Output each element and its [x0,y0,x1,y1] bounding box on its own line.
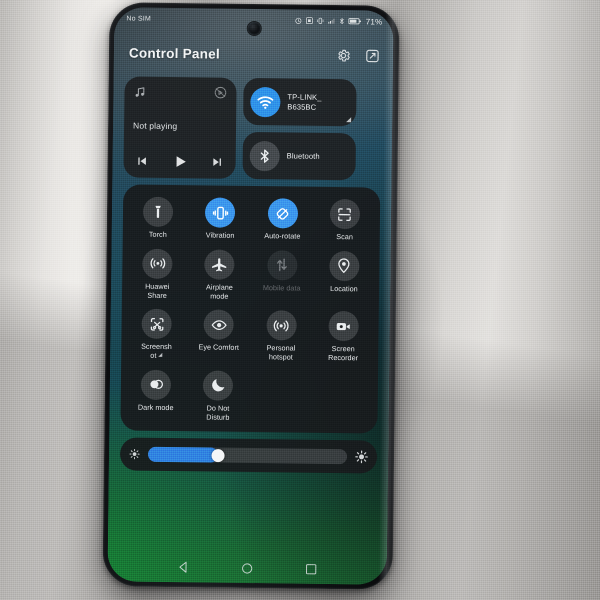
edit-panel-icon[interactable] [365,48,380,63]
phone-device: No SIM 71% Control Panel Not playing TP-… [102,2,400,590]
tile-eye-comfort[interactable]: Eye Comfort [187,309,250,362]
tile-label: Torch [148,229,167,239]
tile-label: Eye Comfort [198,342,240,353]
wifi-label: TP-LINK_ B635BC [287,92,321,111]
media-card-header [133,85,227,100]
tile-label: Auto-rotate [264,231,301,241]
previous-track-button[interactable] [136,155,149,168]
wifi-ssid-line1: TP-LINK_ [287,92,322,102]
battery-icon [348,17,362,25]
hotspot-icon [266,310,297,341]
tile-label: Location [330,283,358,294]
music-note-icon [133,85,146,98]
tile-label: Dark mode [137,402,174,412]
auto-rotate-off-icon [267,198,298,229]
status-icons: 71% [295,16,383,27]
screen-recorder-icon [328,311,359,342]
tile-label: Screen Recorder [328,344,359,363]
wifi-icon[interactable] [250,86,281,117]
tile-do-not-disturb[interactable]: Do Not Disturb [187,370,250,422]
bluetooth-label: Bluetooth [286,151,320,161]
wifi-card[interactable]: TP-LINK_ B635BC [243,77,357,127]
brightness-fill [147,447,218,464]
control-panel: Control Panel Not playing TP-LINK_ B635B… [109,29,393,475]
tile-scan[interactable]: Scan [313,198,376,243]
tile-vibration[interactable]: Vibration [189,197,252,241]
tile-label: Vibration [205,230,235,240]
eye-comfort-icon [203,309,235,341]
sun-large-icon [355,450,368,464]
tile-screenshot[interactable]: Screensh ot [125,309,188,361]
bluetooth-icon[interactable] [249,140,280,171]
vibrate-icon [317,17,325,25]
wifi-ssid-line2: B635BC [287,101,317,112]
airplane-icon [204,249,235,280]
connectivity-column: TP-LINK_ B635BC Bluetooth [242,77,357,181]
battery-percent: 71% [365,16,383,27]
wifi-expand-arrow[interactable] [346,117,352,123]
screenshot-expand-arrow[interactable] [158,352,163,358]
media-status-text: Not playing [133,120,178,132]
next-track-button[interactable] [211,155,224,168]
brightness-knob[interactable] [211,448,225,463]
tile-label: Do Not Disturb [206,403,230,422]
tile-personal-hotspot[interactable]: Personal hotspot [250,310,313,362]
quick-settings-card: Torch Vibration Auto-rotate Scan Huawei … [120,184,381,435]
panel-header: Control Panel [129,37,380,70]
bluetooth-card[interactable]: Bluetooth [242,131,356,181]
signal-icon [328,17,336,25]
bluetooth-icon [339,17,346,25]
home-button[interactable] [241,561,254,574]
tile-airplane-mode[interactable]: Airplane mode [188,249,251,301]
screenshot-icon [141,309,172,340]
cast-audio-icon[interactable] [213,86,227,100]
mobile-data-icon [266,249,298,281]
page-title: Control Panel [128,44,221,62]
back-button[interactable] [177,560,191,574]
punch-hole-camera [247,21,261,36]
tile-label: Mobile data [262,282,301,293]
phone-screen: No SIM 71% Control Panel Not playing TP-… [107,7,394,585]
media-player-card[interactable]: Not playing [123,76,237,179]
tile-huawei-share[interactable]: Huawei Share [126,248,189,300]
tile-torch[interactable]: Torch [127,196,190,240]
panel-header-actions [336,48,380,64]
tile-auto-rotate[interactable]: Auto-rotate [251,198,314,242]
play-button[interactable] [171,153,188,170]
brightness-card [119,437,378,475]
tile-mobile-data[interactable]: Mobile data [250,249,313,302]
quick-settings-grid: Torch Vibration Auto-rotate Scan Huawei … [124,196,376,423]
recents-button[interactable] [304,562,317,575]
huawei-share-icon [142,248,173,279]
photograph-of-phone-on-fabric: No SIM 71% Control Panel Not playing TP-… [0,0,600,600]
panel-top-row: Not playing TP-LINK_ B635BC Bluetooth [123,76,381,181]
scan-icon [329,198,361,230]
settings-gear-icon[interactable] [336,48,351,63]
brightness-slider[interactable] [147,447,348,465]
tile-label: Scan [336,232,353,242]
media-controls [133,153,227,172]
carrier-label: No SIM [126,14,151,23]
screenshot-icon [306,17,314,25]
moon-icon [203,370,234,401]
tile-dark-mode[interactable]: Dark mode [124,369,187,421]
tile-label: Screensh ot [141,342,172,360]
vibrate-icon [205,197,236,228]
tile-location[interactable]: Location [313,250,376,303]
tile-screen-recorder[interactable]: Screen Recorder [312,311,375,363]
alarm-icon [295,17,303,25]
tile-label: Personal hotspot [266,343,296,362]
location-pin-icon [329,250,360,282]
tile-label: Airplane mode [206,282,233,301]
tile-label: Huawei Share [145,281,170,300]
sun-small-icon [129,449,140,460]
flashlight-icon [142,196,174,228]
dark-mode-icon [140,369,172,400]
